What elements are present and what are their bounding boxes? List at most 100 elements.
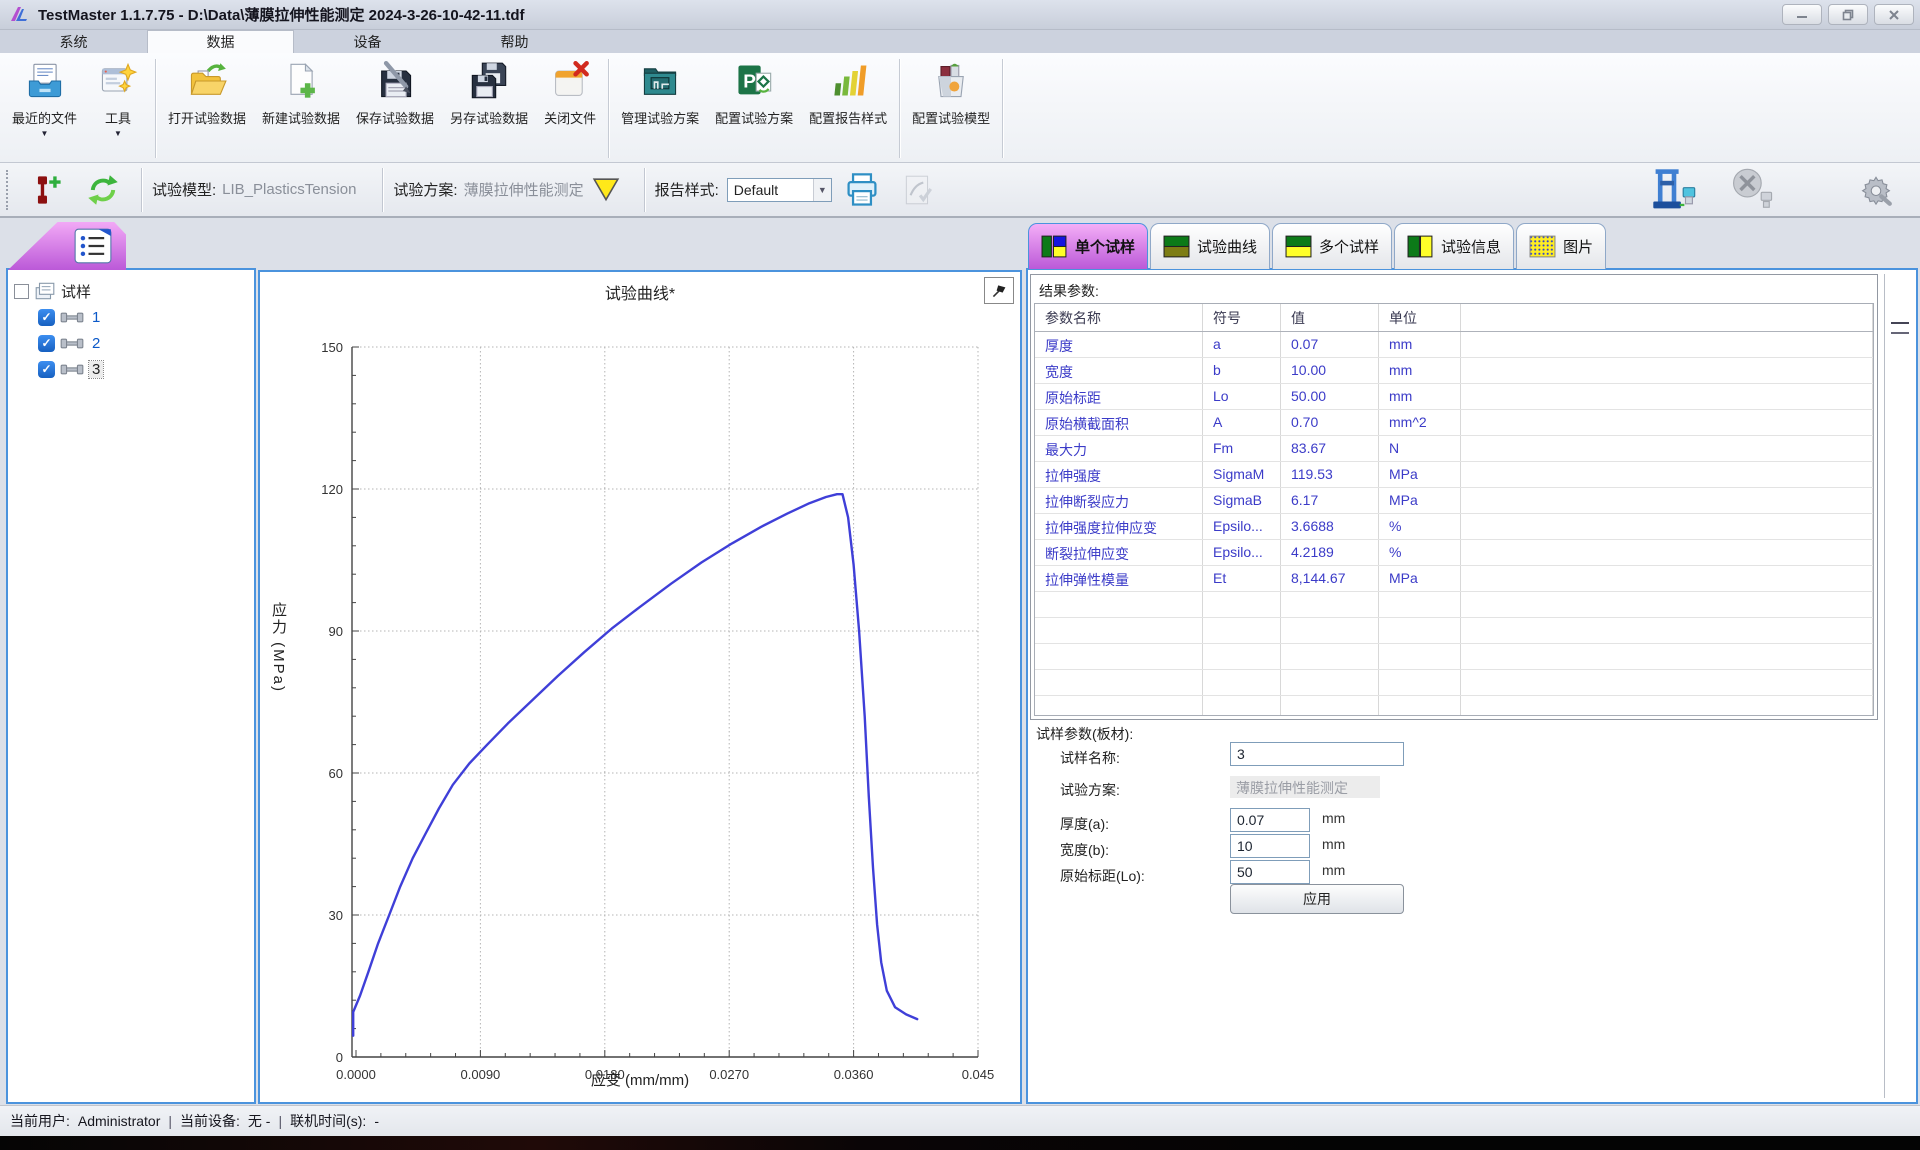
svg-text:30: 30 [329, 908, 343, 923]
result-cell: Et [1203, 566, 1281, 591]
bottom-strip [0, 1136, 1920, 1150]
menu-item-4[interactable]: 帮助 [441, 30, 588, 53]
save-data-icon [375, 61, 415, 101]
param-label: 原始标距(Lo): [1060, 866, 1145, 886]
combo-arrow-icon: ▼ [813, 179, 831, 201]
toolbar-button-close-file[interactable]: 关闭文件 [536, 57, 604, 160]
menu-item-1[interactable]: 系统 [0, 30, 147, 53]
manage-scheme-icon [640, 61, 680, 101]
toolbar-button-save-as-data[interactable]: 另存试验数据 [442, 57, 536, 160]
result-row-Lo[interactable]: 原始标距Lo50.00mm [1035, 384, 1873, 410]
app-logo-icon [8, 5, 30, 25]
root-checkbox[interactable] [14, 284, 29, 299]
close-button[interactable] [1874, 4, 1914, 25]
restore-button[interactable] [1828, 4, 1868, 25]
column-header[interactable]: 值 [1281, 304, 1379, 331]
stress-strain-chart[interactable]: 03060901201500.00000.00900.01800.02700.0… [260, 272, 1020, 1102]
specimen-stack-icon [34, 281, 56, 301]
toolbar-button-configure-scheme[interactable]: P配置试验方案 [707, 57, 801, 160]
empty-row [1035, 592, 1873, 618]
toolbar-button-recent-files[interactable]: 最近的文件▼ [4, 57, 85, 160]
apply-button[interactable]: 应用 [1230, 884, 1404, 914]
report-check-icon[interactable] [898, 170, 938, 210]
tab-single-specimen[interactable]: 单个试样 [1028, 223, 1148, 269]
result-row-Et[interactable]: 拉伸弹性模量Et8,144.67MPa [1035, 566, 1873, 592]
result-cell: 拉伸强度拉伸应变 [1035, 514, 1203, 539]
tree-item-specimen-2[interactable]: ✓2 [14, 330, 248, 356]
specimen-checkbox[interactable]: ✓ [38, 335, 55, 352]
result-cell: mm [1379, 332, 1461, 357]
collapse-menu-icon[interactable] [1891, 322, 1909, 334]
tree-root-row[interactable]: 试样 [14, 278, 248, 304]
result-row-SigmaM[interactable]: 拉伸强度SigmaM119.53MPa [1035, 462, 1873, 488]
tab-multi-specimen[interactable]: 多个试样 [1272, 223, 1392, 269]
result-row-SigmaB[interactable]: 拉伸断裂应力SigmaB6.17MPa [1035, 488, 1873, 514]
params-section-label: 试样参数(板材): [1028, 722, 1916, 746]
tab-label: 单个试样 [1075, 236, 1135, 257]
tab-test-curve[interactable]: 试验曲线 [1150, 223, 1270, 269]
specimen-name-input[interactable] [1230, 742, 1404, 766]
param-input-2[interactable] [1230, 834, 1310, 858]
toolbar-button-report-style[interactable]: 配置报告样式 [801, 57, 895, 160]
status-separator: | [168, 1113, 172, 1129]
add-specimen-icon[interactable] [27, 170, 67, 210]
toolbar-button-manage-scheme[interactable]: 管理试验方案 [613, 57, 707, 160]
specimen-number: 2 [89, 335, 103, 352]
result-cell: 4.2189 [1281, 540, 1379, 565]
result-row-Epsilo...[interactable]: 断裂拉伸应变Epsilo...4.2189% [1035, 540, 1873, 566]
report-style-select[interactable]: Default▼ [727, 178, 832, 202]
result-cell: 断裂拉伸应变 [1035, 540, 1203, 565]
machine-status-icon[interactable] [1648, 170, 1700, 210]
param-input-1[interactable] [1230, 808, 1310, 832]
model-label: 试验模型: [152, 179, 216, 200]
toolbar-button-label: 配置试验模型 [912, 108, 990, 127]
tab-test-info[interactable]: 试验信息 [1394, 223, 1514, 269]
toolbar-button-open-data[interactable]: 打开试验数据 [160, 57, 254, 160]
toolbar-button-model-config[interactable]: 配置试验模型 [904, 57, 998, 160]
refresh-icon[interactable] [83, 170, 123, 210]
svg-text:60: 60 [329, 766, 343, 781]
result-cell: Epsilo... [1203, 540, 1281, 565]
new-data-icon [281, 61, 321, 101]
minimize-button[interactable] [1782, 4, 1822, 25]
toolbar-button-tools[interactable]: 工具▼ [85, 57, 151, 160]
toolbar2-separator [644, 168, 645, 212]
empty-row [1035, 696, 1873, 716]
specimen-list-tab[interactable] [8, 222, 126, 270]
tree-item-specimen-1[interactable]: ✓1 [14, 304, 248, 330]
column-header[interactable]: 符号 [1203, 304, 1281, 331]
settings-gear-icon[interactable] [1856, 170, 1896, 210]
specimen-checkbox[interactable]: ✓ [38, 309, 55, 326]
filter-icon[interactable] [586, 170, 626, 210]
printer-icon[interactable] [842, 170, 882, 210]
param-label: 厚度(a): [1060, 814, 1109, 834]
result-cell: MPa [1379, 488, 1461, 513]
menu-item-2[interactable]: 数据 [147, 30, 294, 53]
empty-row [1035, 670, 1873, 696]
toolbar-button-new-data[interactable]: 新建试验数据 [254, 57, 348, 160]
toolbar-button-label: 另存试验数据 [450, 108, 528, 127]
result-row-Fm[interactable]: 最大力Fm83.67N [1035, 436, 1873, 462]
result-row-Epsilo...[interactable]: 拉伸强度拉伸应变Epsilo...3.6688% [1035, 514, 1873, 540]
status-label: 当前设备: [180, 1111, 240, 1131]
results-table[interactable]: 参数名称符号值单位厚度a0.07mm宽度b10.00mm原始标距Lo50.00m… [1034, 303, 1874, 716]
toolbar-grip[interactable] [6, 170, 11, 210]
result-row-a[interactable]: 厚度a0.07mm [1035, 332, 1873, 358]
menu-item-3[interactable]: 设备 [294, 30, 441, 53]
toolbar-button-save-data[interactable]: 保存试验数据 [348, 57, 442, 160]
result-cell: % [1379, 540, 1461, 565]
result-cell: 0.07 [1281, 332, 1379, 357]
result-cell: % [1379, 514, 1461, 539]
tab-picture[interactable]: 图片 [1516, 223, 1606, 269]
column-header[interactable]: 单位 [1379, 304, 1461, 331]
model-config-icon [931, 61, 971, 101]
tree-item-specimen-3[interactable]: ✓3 [14, 356, 248, 382]
param-input-3[interactable] [1230, 860, 1310, 884]
result-row-b[interactable]: 宽度b10.00mm [1035, 358, 1873, 384]
result-row-A[interactable]: 原始横截面积A0.70mm^2 [1035, 410, 1873, 436]
specimen-checkbox[interactable]: ✓ [38, 361, 55, 378]
device-disconnected-icon[interactable] [1726, 170, 1778, 210]
tab-label: 试验信息 [1441, 236, 1501, 257]
collapsed-side-strip[interactable] [1884, 274, 1914, 1098]
column-header[interactable]: 参数名称 [1035, 304, 1203, 331]
